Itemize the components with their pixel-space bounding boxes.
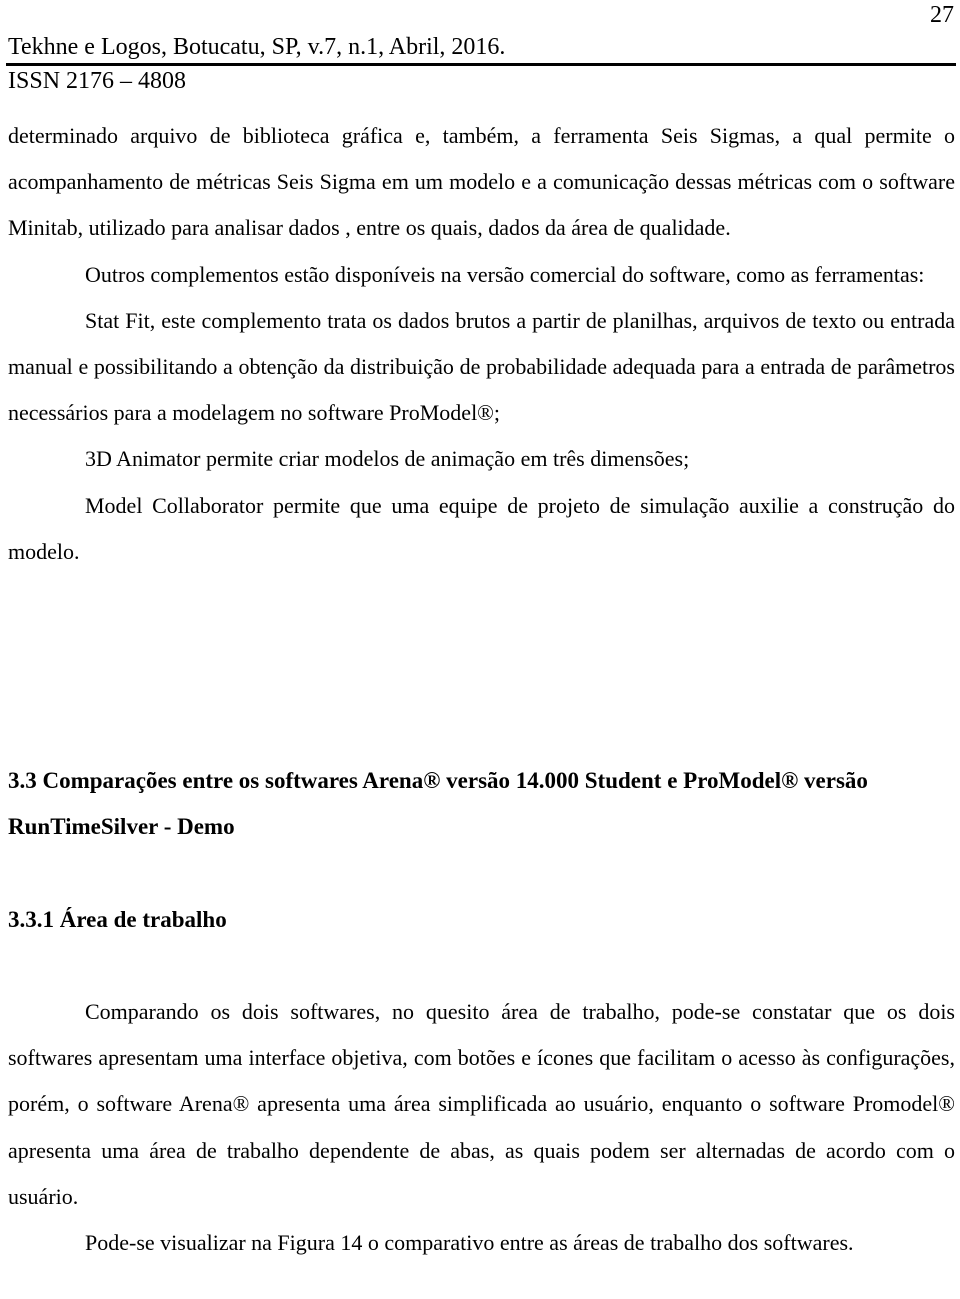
- issn-header: ISSN 2176 – 4808: [8, 68, 187, 94]
- paragraph-seis-sigma: determinado arquivo de biblioteca gráfic…: [8, 123, 955, 241]
- body-block-1: determinado arquivo de biblioteca gráfic…: [8, 113, 955, 575]
- page-number: 27: [930, 2, 954, 28]
- paragraph-model-collaborator: Model Collaborator permite que uma equip…: [8, 492, 955, 564]
- paragraph-outros-complementos: Outros complementos estão disponíveis na…: [85, 261, 925, 287]
- journal-header: Tekhne e Logos, Botucatu, SP, v.7, n.1, …: [8, 34, 506, 60]
- paragraph-figura-14: Pode-se visualizar na Figura 14 o compar…: [85, 1230, 854, 1256]
- section-heading-3-3-1: 3.3.1 Área de trabalho: [8, 907, 227, 932]
- section-heading-3-3: 3.3 Comparações entre os softwares Arena…: [8, 768, 868, 839]
- paragraph-stat-fit: Stat Fit, este complemento trata os dado…: [8, 307, 955, 426]
- paragraph-3d-animator: 3D Animator permite criar modelos de ani…: [85, 446, 690, 472]
- body-block-2: Comparando os dois softwares, no quesito…: [8, 989, 955, 1266]
- paragraph-comparando: Comparando os dois softwares, no quesito…: [8, 999, 955, 1209]
